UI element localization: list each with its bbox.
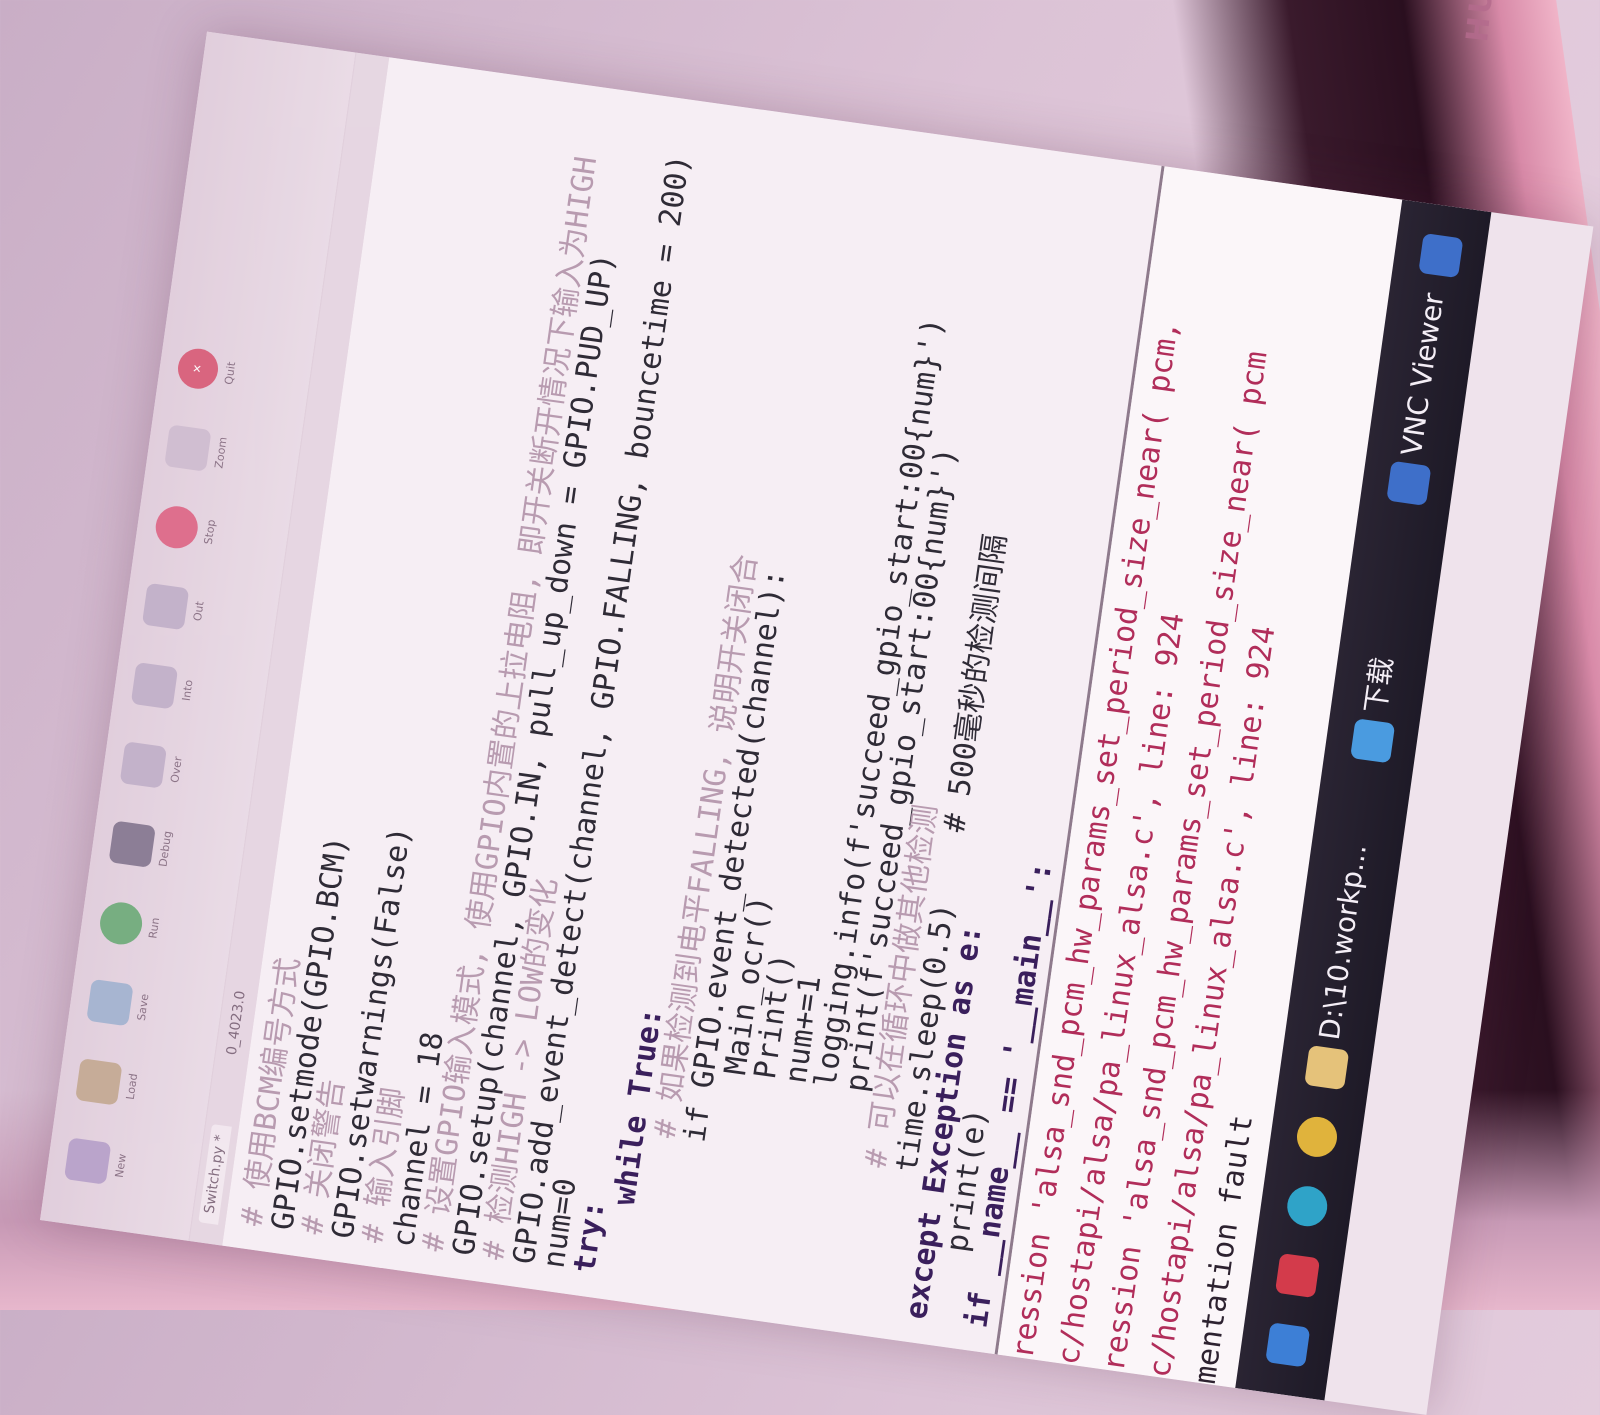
step-into-button[interactable]: Into — [129, 648, 238, 731]
taskbar-edge[interactable] — [1277, 1175, 1337, 1230]
stop-button[interactable]: Stop — [151, 490, 260, 573]
vnc-icon — [1386, 460, 1432, 506]
app-x-icon — [1274, 1252, 1321, 1299]
step-over-button[interactable]: Over — [118, 727, 227, 810]
new-button[interactable]: New — [62, 1123, 171, 1206]
step-into-icon — [130, 662, 179, 710]
monitor-screen: New Load Save Run Debug Over Into Out St… — [40, 31, 1594, 1415]
taskbar-vnc-pinned[interactable] — [1410, 224, 1470, 279]
zoom-button[interactable]: Zoom — [162, 410, 271, 493]
windows-start-icon — [1265, 1322, 1311, 1368]
start-button[interactable] — [1257, 1313, 1317, 1368]
taskbar-folder-workspace[interactable]: D:\10.workp... — [1296, 841, 1384, 1091]
folder-icon — [1304, 1045, 1350, 1091]
new-file-icon — [63, 1137, 112, 1185]
step-over-icon — [119, 741, 168, 789]
quit-button[interactable]: ✕ Quit — [173, 331, 282, 414]
step-out-icon — [141, 582, 190, 631]
code-editor[interactable]: # 使用BCM编号方式 GPIO.setmode(GPIO.BCM) # 关闭警告 G… — [222, 57, 1162, 1355]
run-button[interactable]: Run — [95, 886, 204, 969]
taskbar-app-red[interactable] — [1267, 1244, 1327, 1299]
folder-icon — [75, 1058, 123, 1106]
save-icon — [86, 978, 134, 1027]
vnc-icon — [1418, 232, 1464, 279]
edge-browser-icon — [1284, 1183, 1330, 1229]
play-icon — [97, 899, 145, 948]
taskbar-vnc-viewer[interactable]: VNC Viewer — [1378, 290, 1461, 507]
taskbar-downloads[interactable]: 下载 — [1342, 654, 1410, 765]
taskbar-chrome[interactable] — [1286, 1105, 1346, 1160]
load-button[interactable]: Load — [73, 1044, 182, 1127]
save-button[interactable]: Save — [84, 965, 193, 1048]
step-out-button[interactable]: Out — [140, 569, 249, 652]
tab-secondary[interactable]: 0_4023.0 — [221, 980, 253, 1067]
download-arrow-icon — [1350, 718, 1396, 764]
chrome-icon — [1294, 1114, 1340, 1160]
close-icon: ✕ — [175, 346, 221, 392]
zoom-icon — [164, 424, 212, 472]
debug-icon — [108, 820, 156, 868]
debug-button[interactable]: Debug — [107, 807, 216, 890]
stop-icon — [153, 503, 201, 552]
